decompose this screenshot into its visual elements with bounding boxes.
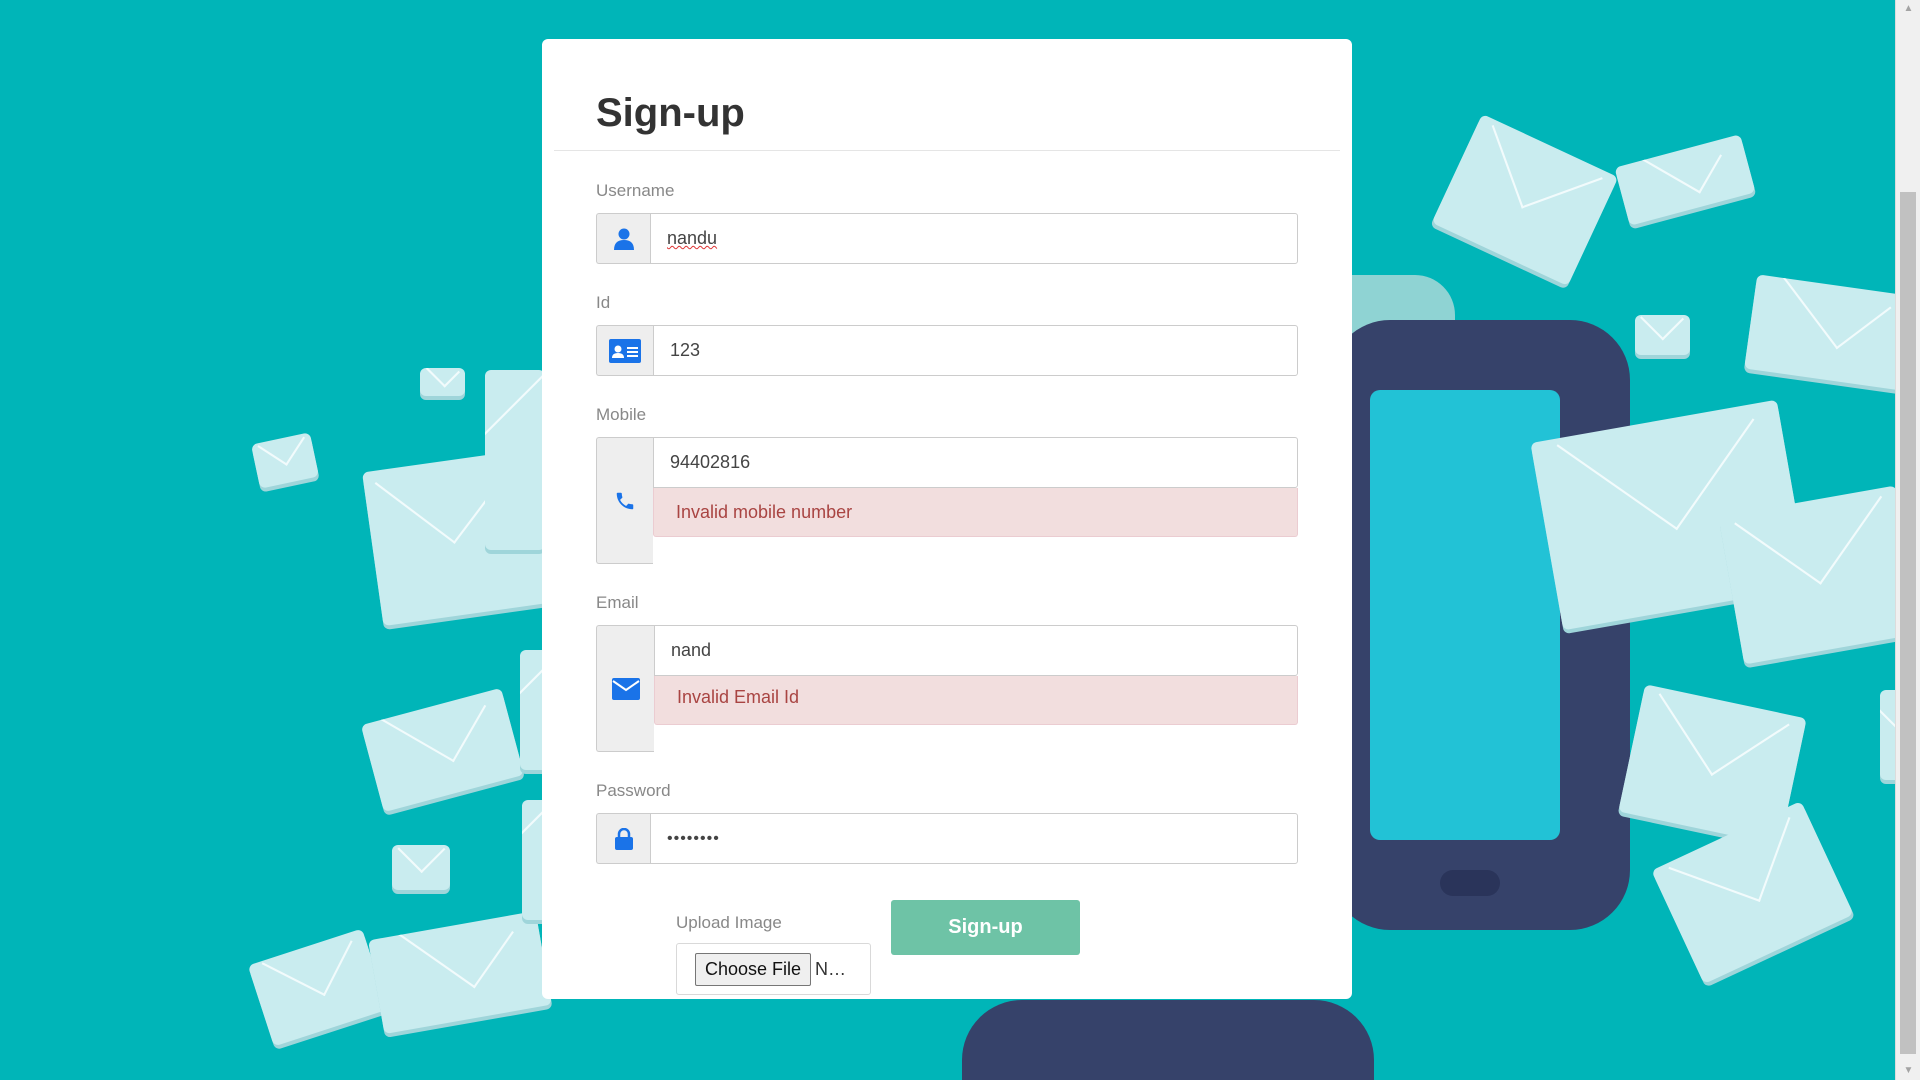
email-label: Email bbox=[596, 593, 639, 612]
id-value: 123 bbox=[670, 340, 701, 360]
id-group: Id 123 bbox=[596, 293, 1298, 405]
scroll-thumb[interactable] bbox=[1900, 192, 1916, 1054]
page-title: Sign-up bbox=[596, 91, 745, 135]
email-error-message: Invalid Email Id bbox=[654, 676, 1298, 725]
id-card-icon bbox=[596, 325, 653, 376]
signup-form: Username nandu Id 123 Mobile 94402816 In… bbox=[542, 151, 1352, 995]
file-input[interactable]: Choose File N… bbox=[676, 943, 871, 995]
envelope-decoration bbox=[392, 845, 450, 890]
user-icon bbox=[596, 213, 650, 264]
scroll-up-arrow-icon[interactable]: ▲ bbox=[1896, 0, 1920, 18]
envelope-icon bbox=[596, 625, 654, 752]
password-row: •••••••• bbox=[596, 813, 1298, 864]
username-input[interactable]: nandu bbox=[650, 213, 1298, 264]
mobile-row: 94402816 Invalid mobile number bbox=[596, 437, 1298, 564]
envelope-decoration bbox=[1651, 800, 1854, 985]
envelope-decoration bbox=[250, 432, 320, 489]
id-input[interactable]: 123 bbox=[653, 325, 1298, 376]
password-group: Password •••••••• bbox=[596, 781, 1298, 887]
password-field-col: •••••••• bbox=[650, 813, 1298, 864]
envelope-decoration bbox=[420, 368, 465, 396]
username-field-col: nandu bbox=[650, 213, 1298, 264]
mobile-label: Mobile bbox=[596, 405, 647, 424]
phone-icon bbox=[596, 437, 653, 564]
envelope-decoration bbox=[368, 910, 552, 1035]
username-row: nandu bbox=[596, 213, 1298, 264]
envelope-decoration bbox=[1614, 134, 1756, 226]
envelope-decoration bbox=[1431, 113, 1619, 287]
username-group: Username nandu bbox=[596, 181, 1298, 293]
mobile-error-message: Invalid mobile number bbox=[653, 488, 1298, 537]
email-row: nand Invalid Email Id bbox=[596, 625, 1298, 752]
password-label: Password bbox=[596, 781, 671, 800]
email-input[interactable]: nand bbox=[654, 625, 1298, 676]
mobile-group: Mobile 94402816 Invalid mobile number bbox=[596, 405, 1298, 593]
email-value: nand bbox=[671, 640, 712, 660]
page-scrollbar[interactable]: ▲ ▼ bbox=[1895, 0, 1920, 1080]
envelope-decoration bbox=[485, 370, 545, 550]
id-row: 123 bbox=[596, 325, 1298, 376]
username-label: Username bbox=[596, 181, 675, 200]
password-input[interactable]: •••••••• bbox=[650, 813, 1298, 864]
mobile-field-col: 94402816 Invalid mobile number bbox=[653, 437, 1298, 564]
upload-label: Upload Image bbox=[676, 913, 782, 932]
id-field-col: 123 bbox=[653, 325, 1298, 376]
envelope-decoration bbox=[1744, 274, 1916, 391]
email-field-col: nand Invalid Email Id bbox=[654, 625, 1298, 752]
envelope-decoration bbox=[360, 687, 525, 813]
signup-button[interactable]: Sign-up bbox=[891, 900, 1080, 955]
mobile-value: 94402816 bbox=[670, 452, 751, 472]
background-phone-button bbox=[1440, 870, 1500, 896]
password-value: •••••••• bbox=[667, 829, 720, 847]
username-value: nandu bbox=[667, 228, 718, 248]
envelope-decoration bbox=[1718, 485, 1920, 665]
lock-icon bbox=[596, 813, 650, 864]
background-phone-screen bbox=[1370, 390, 1560, 840]
email-group: Email nand Invalid Email Id bbox=[596, 593, 1298, 781]
envelope-decoration bbox=[247, 928, 389, 1047]
background-device-base bbox=[962, 1000, 1374, 1080]
signup-card: Sign-up Username nandu Id 123 Mobile 944… bbox=[542, 39, 1352, 999]
upload-submit-row: Upload Image Choose File N… Sign-up bbox=[596, 900, 1298, 995]
file-status: N… bbox=[815, 958, 847, 979]
id-label: Id bbox=[596, 293, 611, 312]
card-header: Sign-up bbox=[554, 39, 1340, 151]
upload-group: Upload Image Choose File N… bbox=[676, 913, 871, 995]
choose-file-button[interactable]: Choose File bbox=[695, 952, 812, 986]
envelope-decoration bbox=[1635, 315, 1690, 355]
mobile-input[interactable]: 94402816 bbox=[653, 437, 1298, 488]
scroll-down-arrow-icon[interactable]: ▼ bbox=[1896, 1062, 1920, 1080]
